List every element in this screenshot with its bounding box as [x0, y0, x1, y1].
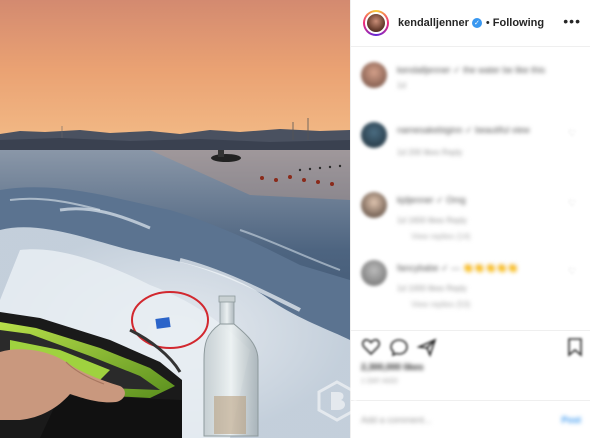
comment-like-heart-icon[interactable]: ♡ [568, 198, 577, 208]
comment-text: kjdjenner ✓ Omg [397, 195, 466, 205]
author-username[interactable]: kendalljenner [398, 17, 469, 29]
comment-like-heart-icon[interactable]: ♡ [568, 128, 577, 138]
post-sidebar: kendalljenner ✓ • Following ••• kendallj… [350, 0, 590, 438]
comment-avatar[interactable] [361, 192, 387, 218]
save-bookmark-icon[interactable] [565, 337, 585, 357]
post-comment-button[interactable]: Post [561, 415, 581, 425]
post-actions-bar [351, 330, 590, 360]
comment-text: kendalljenner ✓ the water be like this [397, 65, 546, 75]
author-avatar-image [365, 12, 387, 34]
view-replies-link[interactable]: View replies (53) [411, 299, 563, 311]
more-options-icon[interactable]: ••• [563, 14, 581, 28]
view-replies-link[interactable]: View replies (14) [411, 231, 563, 243]
comment-meta: 1d 1600 likes Reply [397, 216, 467, 225]
photo-scene [0, 0, 350, 438]
share-send-icon[interactable] [417, 337, 437, 357]
post-header: kendalljenner ✓ • Following ••• [351, 0, 590, 47]
comment-avatar[interactable] [361, 62, 387, 88]
comments-list: kendalljenner ✓ the water be like this 1… [351, 48, 590, 330]
follow-status-button[interactable]: Following [493, 17, 544, 29]
comment-text: namesakebiginn ✓ beautiful view [397, 125, 530, 135]
post-photo[interactable] [0, 0, 350, 438]
comment-input[interactable]: Add a comment... [361, 415, 432, 425]
comment-text: fancybabe ✓ — 👏👏👏👏👏 [397, 263, 519, 273]
comment-meta: 1d [397, 81, 406, 90]
comment-like-heart-icon[interactable]: ♡ [568, 266, 577, 276]
post-timestamp: 1 DAY AGO [361, 378, 398, 385]
header-separator: • [485, 17, 490, 29]
watermark-logo-icon [317, 380, 357, 422]
add-comment-bar: Add a comment... Post [351, 400, 590, 438]
comment-bubble-icon[interactable] [389, 337, 409, 357]
author-avatar[interactable] [363, 10, 389, 36]
comment-avatar[interactable] [361, 260, 387, 286]
verified-badge-icon: ✓ [471, 18, 482, 28]
comment-avatar[interactable] [361, 122, 387, 148]
likes-count[interactable]: 2,300,000 likes [361, 362, 424, 372]
like-heart-icon[interactable] [361, 337, 381, 357]
comment-meta: 1d 1000 likes Reply [397, 284, 467, 293]
comment-meta: 1d 200 likes Reply [397, 148, 463, 157]
